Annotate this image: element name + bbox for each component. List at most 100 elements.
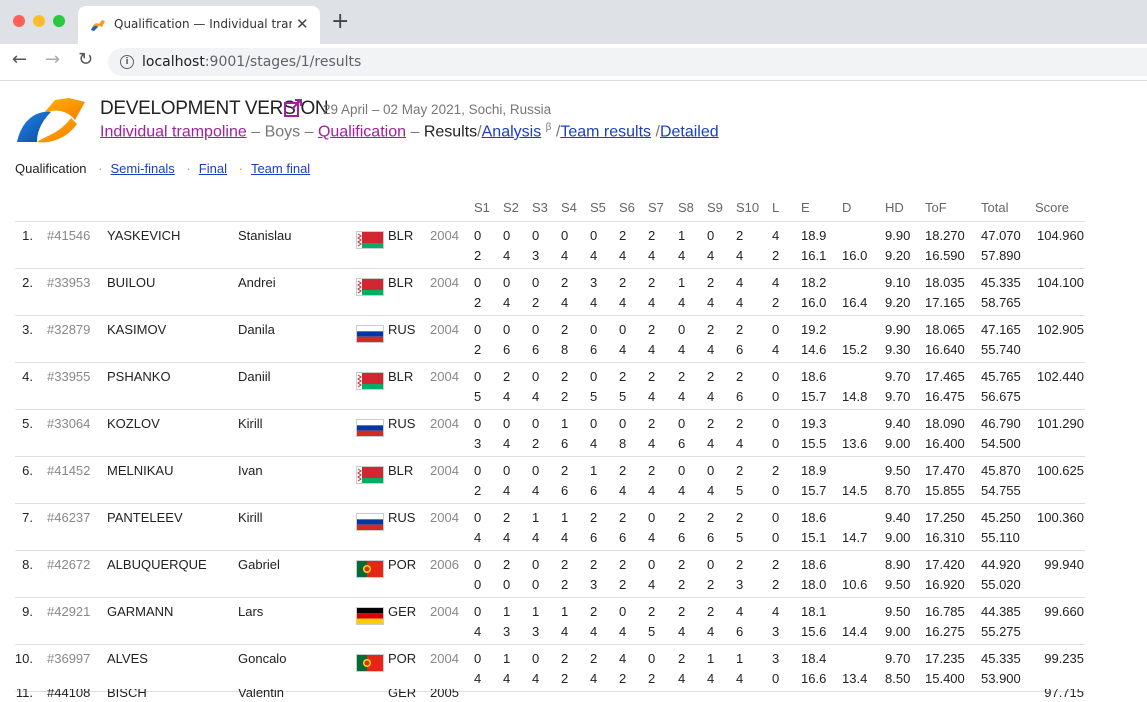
skill-value: 4: [503, 389, 511, 404]
skill-value: 2: [561, 671, 569, 686]
skill-value: 0: [619, 416, 627, 431]
skill-value: 3: [503, 624, 511, 639]
minimize-window-button[interactable]: [33, 15, 45, 27]
skill-value: 6: [561, 483, 569, 498]
table-header: S1 S2 S3 S4 S5 S6 S7 S8 S9 S10 L E D HD ToF Total Score: [15, 196, 1085, 222]
table-row[interactable]: 8. #42672 ALBUQUERQUE Gabriel POR 2006 0 0 2 0 0 0 2…: [15, 551, 1085, 598]
execution-score: 15.5: [801, 436, 827, 451]
analysis-link[interactable]: Analysis: [482, 123, 542, 140]
skill-value: 0: [772, 671, 780, 686]
final-score: 104.100: [1037, 275, 1084, 290]
info-icon[interactable]: i: [120, 55, 134, 69]
athlete-id: #33953: [47, 275, 91, 290]
tof-score: 16.400: [925, 436, 965, 451]
skill-value: 4: [503, 483, 511, 498]
country-flag-icon: [356, 654, 384, 672]
skill-value: 0: [532, 577, 540, 592]
tof-score: 16.640: [925, 342, 965, 357]
table-row[interactable]: 4. #33955 PSHANKO Daniil BLR 2004 0 5 2 4 0 4 2 2 0 5 2 5…: [15, 363, 1085, 410]
hd-score: 9.40: [885, 510, 911, 525]
skill-value: 4: [503, 671, 511, 686]
rank: 5.: [22, 416, 33, 431]
skill-value: 3: [532, 624, 540, 639]
table-row[interactable]: 10. #36997 ALVES Goncalo POR 2004 0 4 1 4 0 4 2 2 2 4 4 2…: [15, 645, 1085, 692]
url-text[interactable]: localhost:9001/stages/1/results: [142, 54, 361, 70]
birth-year: 2005: [430, 689, 459, 700]
skill-value: 0: [772, 510, 780, 525]
total-score: 44.920: [981, 557, 1021, 572]
final-score: 102.440: [1037, 369, 1084, 384]
table-row[interactable]: 2. #33953 BUILOU Andrei BLR 2004 0 2 0 4 0 2 2 4 3 4 2 4 2…: [15, 269, 1085, 316]
hd-score: 9.70: [885, 369, 911, 384]
birth-year: 2006: [430, 557, 459, 572]
reload-icon[interactable]: ↻: [78, 50, 93, 70]
skill-value: 4: [772, 342, 780, 357]
tof-score: 16.310: [925, 530, 965, 545]
table-row[interactable]: 3. #32879 KASIMOV Danila RUS 2004 0 2 0 6 0 6 2 8 0 6 0 4…: [15, 316, 1085, 363]
team-results-link[interactable]: Team results: [560, 123, 651, 140]
skill-value: 5: [590, 389, 598, 404]
address-bar[interactable]: i localhost:9001/stages/1/results: [108, 48, 1147, 76]
country-flag-icon: [356, 466, 384, 484]
skill-value: 2: [619, 557, 627, 572]
skill-value: 2: [707, 510, 715, 525]
back-icon[interactable]: ←: [12, 50, 27, 70]
last-name: MELNIKAU: [107, 463, 174, 478]
skill-value: 0: [503, 416, 511, 431]
country-flag-icon: [356, 231, 384, 249]
new-tab-icon[interactable]: +: [331, 11, 349, 33]
tof-score: 15.855: [925, 483, 965, 498]
site-logo: [17, 98, 85, 143]
skill-value: 4: [736, 248, 744, 263]
breadcrumb-stage-link[interactable]: Qualification: [318, 123, 406, 140]
skill-value: 0: [619, 604, 627, 619]
execution-score: 14.6: [801, 342, 827, 357]
stage-link-team-final[interactable]: Team final: [251, 161, 310, 176]
hd-score: 9.30: [885, 342, 911, 357]
skill-value: 0: [707, 557, 715, 572]
skill-value: 4: [619, 248, 627, 263]
skill-value: 1: [561, 604, 569, 619]
browser-tab[interactable]: Qualification — Individual tramp ✕: [78, 6, 320, 44]
execution-score: 15.7: [801, 483, 827, 498]
table-row[interactable]: 5. #33064 KOZLOV Kirill RUS 2004 0 3 0 4 0 2 1 6 0 4 0 8 2…: [15, 410, 1085, 457]
skill-value: 2: [736, 463, 744, 478]
skill-value: 2: [561, 577, 569, 592]
breadcrumb-discipline-link[interactable]: Individual trampoline: [100, 123, 247, 140]
skill-value: 2: [772, 557, 780, 572]
skill-value: 4: [736, 604, 744, 619]
forward-icon[interactable]: →: [45, 50, 60, 70]
skill-value: 2: [561, 557, 569, 572]
close-tab-icon[interactable]: ✕: [296, 15, 309, 33]
skill-value: 2: [561, 651, 569, 666]
maximize-window-button[interactable]: [53, 15, 65, 27]
skill-value: 2: [503, 510, 511, 525]
skill-value: 4: [707, 483, 715, 498]
table-row[interactable]: 9. #42921 GARMANN Lars GER 2004 0 4 1 3 1 3 1 4 2 4 0 4 2 5…: [15, 598, 1085, 645]
skill-value: 5: [736, 483, 744, 498]
total-score: 55.110: [981, 530, 1020, 545]
skill-value: 0: [772, 530, 780, 545]
table-row[interactable]: 7. #46237 PANTELEEV Kirill RUS 2004 0 4 2 4 1 4 1 4 2 6…: [15, 504, 1085, 551]
first-name: Lars: [238, 604, 264, 619]
hd-score: 8.90: [885, 557, 911, 572]
skill-value: 4: [707, 342, 715, 357]
skill-value: 6: [590, 483, 598, 498]
athlete-id: #42921: [47, 604, 91, 619]
hd-score: 9.70: [885, 389, 911, 404]
detailed-link[interactable]: Detailed: [660, 123, 719, 140]
stage-link-final[interactable]: Final: [199, 161, 227, 176]
external-link-icon[interactable]: [283, 98, 303, 118]
skill-value: 2: [772, 577, 780, 592]
table-row[interactable]: 6. #41452 MELNIKAU Ivan BLR 2004 0 2 0 4 0 4 2 6 1 6 2 4 2…: [15, 457, 1085, 504]
skill-value: 0: [503, 275, 511, 290]
close-window-button[interactable]: [13, 15, 25, 27]
athlete-id: #33064: [47, 416, 91, 431]
table-row[interactable]: 1. #41546 YASKEVICH Stanislau BLR 2004 0 2 0 4 0 3 0…: [15, 222, 1085, 269]
hd-score: 9.10: [885, 275, 911, 290]
country-flag-icon: [356, 419, 384, 437]
skill-value: 6: [532, 342, 540, 357]
skill-value: 4: [678, 671, 686, 686]
skill-value: 4: [678, 483, 686, 498]
stage-link-semi-finals[interactable]: Semi-finals: [111, 161, 175, 176]
